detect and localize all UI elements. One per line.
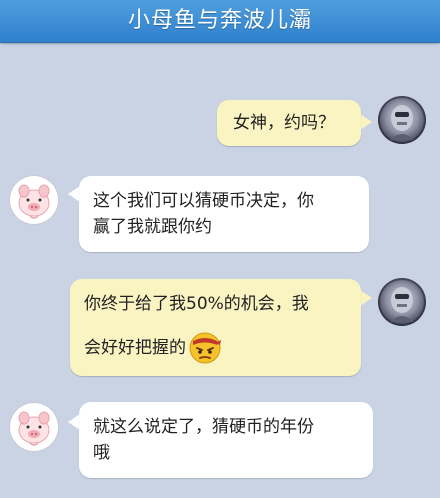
message-text: 哦: [93, 443, 110, 463]
pig-avatar-icon[interactable]: [10, 403, 58, 451]
message-text: 会好好把握的: [84, 338, 186, 358]
pig-avatar-icon[interactable]: [10, 176, 58, 224]
message-text: 这个我们可以猜硬币决定，你: [93, 191, 314, 211]
determined-face-emoji-icon: [188, 331, 222, 365]
robot-avatar-icon[interactable]: [378, 278, 426, 326]
chat-screen: 小母鱼与奔波儿灞 女神，约吗？ 这个我们可以猜硬币决定，你 赢了我就跟你约 你终…: [0, 0, 440, 498]
bubble-tail: [360, 290, 372, 306]
bubble-tail: [360, 114, 372, 130]
message-bubble-incoming[interactable]: 就这么说定了，猜硬币的年份 哦: [79, 402, 373, 478]
message-bubble-outgoing[interactable]: 女神，约吗？: [217, 100, 361, 146]
message-bubble-outgoing[interactable]: 你终于给了我50%的机会，我 会好好把握的: [70, 279, 361, 376]
message-text: 女神，约吗？: [233, 113, 335, 133]
message-bubble-incoming[interactable]: 这个我们可以猜硬币决定，你 赢了我就跟你约: [79, 176, 369, 252]
message-text: 赢了我就跟你约: [93, 217, 212, 237]
robot-avatar-icon[interactable]: [378, 96, 426, 144]
message-text: 你终于给了我50%的机会，我: [84, 294, 309, 314]
chat-title: 小母鱼与奔波儿灞: [127, 8, 312, 33]
message-text-with-emoji: 会好好把握的: [84, 331, 347, 365]
title-bar: 小母鱼与奔波儿灞: [0, 0, 440, 43]
message-text: 就这么说定了，猜硬币的年份: [93, 417, 314, 437]
